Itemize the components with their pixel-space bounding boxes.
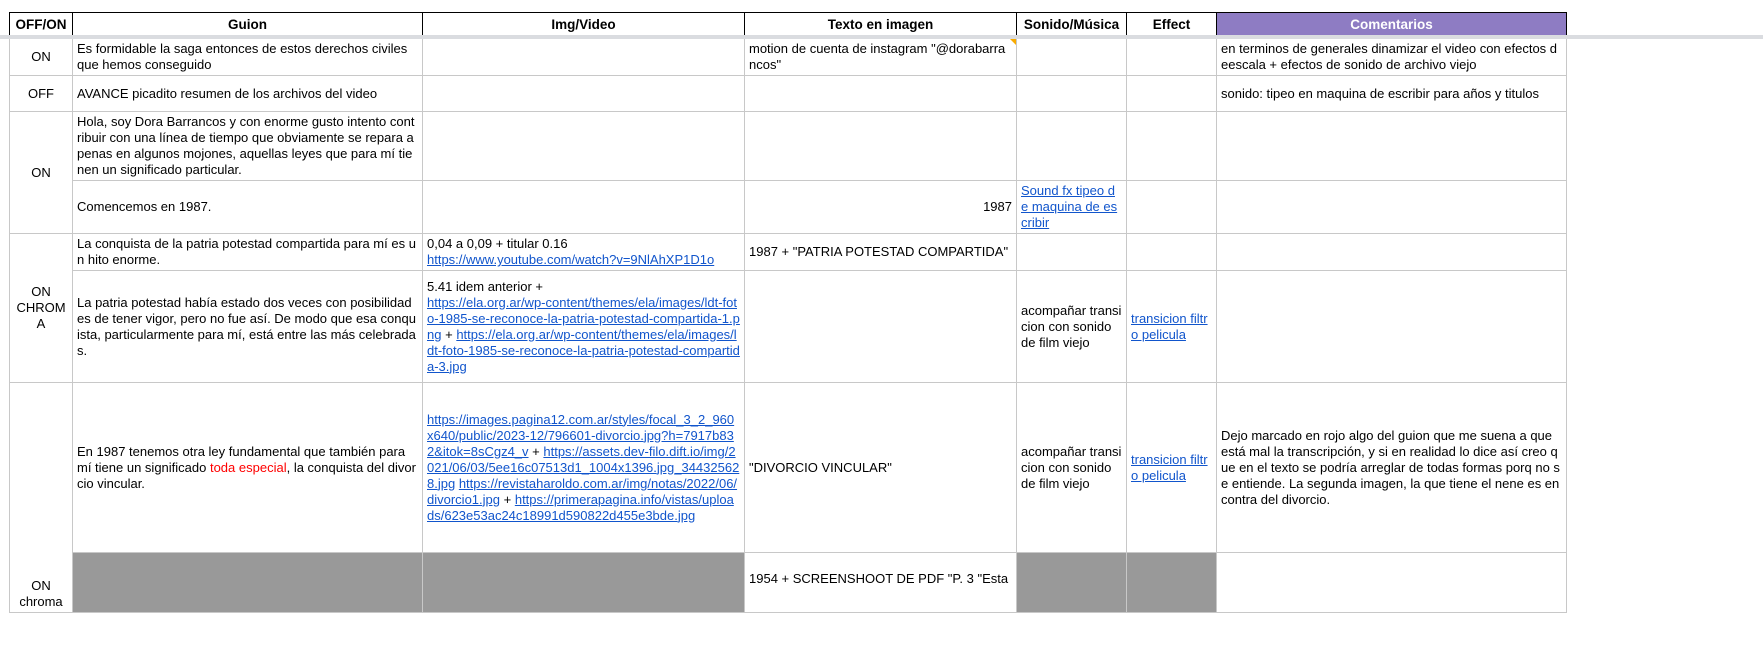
cell-sonido[interactable] <box>1016 75 1127 112</box>
cell-img[interactable] <box>422 37 745 76</box>
frozen-row-divider[interactable] <box>0 35 1763 39</box>
table-row: ON CHROMA La conquista de la patria pote… <box>9 233 1567 383</box>
cell-img[interactable]: 0,04 a 0,09 + titular 0.16 https://www.y… <box>422 233 745 271</box>
cell-effect[interactable]: transicion filtro pelicula <box>1126 382 1217 553</box>
cell-comentarios[interactable] <box>1216 180 1567 234</box>
comment-marker-icon[interactable] <box>1010 39 1016 45</box>
table-row: ON chroma En 1987 tenemos otra ley funda… <box>9 382 1567 613</box>
cell-guion[interactable]: La patria potestad había estado dos vece… <box>72 270 423 383</box>
cell-guion[interactable] <box>72 552 423 613</box>
cell-guion[interactable]: AVANCE picadito resumen de los archivos … <box>72 75 423 112</box>
cell-comentarios[interactable] <box>1216 233 1567 271</box>
cell-offon[interactable]: ON <box>9 111 73 234</box>
cell-guion[interactable]: Es formidable la saga entonces de estos … <box>72 37 423 76</box>
cell-guion[interactable]: En 1987 tenemos otra ley fundamental que… <box>72 382 423 553</box>
table-row: ON Hola, soy Dora Barrancos y con enorme… <box>9 111 1567 234</box>
cell-effect[interactable] <box>1126 75 1217 112</box>
cell-comentarios[interactable] <box>1216 270 1567 383</box>
cell-effect[interactable] <box>1126 37 1217 76</box>
cell-img[interactable] <box>422 552 745 613</box>
cell-guion[interactable]: Comencemos en 1987. <box>72 180 423 234</box>
cell-texto[interactable] <box>744 75 1017 112</box>
cell-sonido[interactable] <box>1016 111 1127 181</box>
cell-comentarios[interactable] <box>1216 111 1567 181</box>
table-row: 1954 + SCREENSHOOT DE PDF "P. 3 "Esta <box>10 552 1567 613</box>
cell-effect[interactable] <box>1126 552 1217 613</box>
offon-line: CHROMA <box>16 300 66 331</box>
cell-effect[interactable] <box>1126 233 1217 271</box>
cell-guion[interactable]: La conquista de la patria potestad compa… <box>72 233 423 271</box>
cell-sonido[interactable] <box>1016 37 1127 76</box>
cell-guion[interactable]: Hola, soy Dora Barrancos y con enorme gu… <box>72 111 423 181</box>
offon-line: chroma <box>19 594 63 609</box>
cell-offon[interactable]: ON <box>9 37 73 76</box>
cell-sonido[interactable] <box>1016 233 1127 271</box>
cell-comentarios[interactable] <box>1216 552 1567 613</box>
cell-offon[interactable]: ON CHROMA <box>9 233 73 383</box>
cell-offon[interactable]: OFF <box>9 75 73 112</box>
script-table: OFF/ON Guion Img/Video Texto en imagen S… <box>9 12 1567 613</box>
spreadsheet: OFF/ON Guion Img/Video Texto en imagen S… <box>0 0 1763 652</box>
guion-highlight-red: toda especial <box>209 459 287 475</box>
cell-texto[interactable] <box>744 111 1017 181</box>
cell-offon[interactable]: ON chroma <box>9 382 73 613</box>
cell-comentarios[interactable]: en terminos de generales dinamizar el vi… <box>1216 37 1567 76</box>
offon-line: ON <box>31 578 51 593</box>
table-row: Comencemos en 1987. 1987 Sound fx tipeo … <box>10 180 1567 234</box>
img-note: 0,04 a 0,09 + titular 0.16 <box>427 236 568 251</box>
cell-sonido[interactable]: Sound fx tipeo de maquina de escribir <box>1016 180 1127 234</box>
sound-fx-link[interactable]: Sound fx tipeo de maquina de escribir <box>1021 183 1117 230</box>
cell-texto[interactable]: "DIVORCIO VINCULAR" <box>744 382 1017 553</box>
img-plus: + <box>500 491 512 507</box>
cell-img[interactable] <box>422 180 745 234</box>
cell-texto[interactable]: 1954 + SCREENSHOOT DE PDF "P. 3 "Esta <box>744 552 1017 613</box>
offon-line: ON <box>31 284 51 299</box>
table-row: La patria potestad había estado dos vece… <box>10 270 1567 383</box>
cell-img[interactable]: 5.41 idem anterior + https://ela.org.ar/… <box>422 270 745 383</box>
cell-sonido[interactable]: acompañar transicion con sonido de film … <box>1016 382 1127 553</box>
cell-texto[interactable] <box>744 270 1017 383</box>
img-plus: + <box>528 443 540 459</box>
img-note: 5.41 idem anterior + <box>427 278 543 294</box>
cell-sonido[interactable]: acompañar transicion con sonido de film … <box>1016 270 1127 383</box>
cell-texto[interactable]: 1987 <box>744 180 1017 234</box>
cell-comentarios[interactable]: sonido: tipeo en maquina de escribir par… <box>1216 75 1567 112</box>
cell-texto[interactable]: 1987 + "PATRIA POTESTAD COMPARTIDA" <box>744 233 1017 271</box>
cell-effect[interactable] <box>1126 111 1217 181</box>
cell-comentarios[interactable]: Dejo marcado en rojo algo del guion que … <box>1216 382 1567 553</box>
effect-link[interactable]: transicion filtro pelicula <box>1131 311 1208 342</box>
img-link[interactable]: https://www.youtube.com/watch?v=9NlAhXP1… <box>427 252 714 267</box>
cell-effect[interactable]: transicion filtro pelicula <box>1126 270 1217 383</box>
cell-texto[interactable]: motion de cuenta de instagram "@dorabarr… <box>744 37 1017 76</box>
table-row: ON Es formidable la saga entonces de est… <box>9 37 1567 76</box>
cell-texto-value: motion de cuenta de instagram "@dorabarr… <box>749 41 1006 72</box>
effect-link[interactable]: transicion filtro pelicula <box>1131 452 1208 483</box>
img-plus: + <box>441 326 453 342</box>
table-row: OFF AVANCE picadito resumen de los archi… <box>9 75 1567 112</box>
row-header-strip <box>0 0 8 652</box>
cell-img[interactable] <box>422 111 745 181</box>
cell-img[interactable]: https://images.pagina12.com.ar/styles/fo… <box>422 382 745 553</box>
cell-sonido[interactable] <box>1016 552 1127 613</box>
cell-effect[interactable] <box>1126 180 1217 234</box>
cell-img[interactable] <box>422 75 745 112</box>
img-link[interactable]: https://ela.org.ar/wp-content/themes/ela… <box>427 327 740 374</box>
